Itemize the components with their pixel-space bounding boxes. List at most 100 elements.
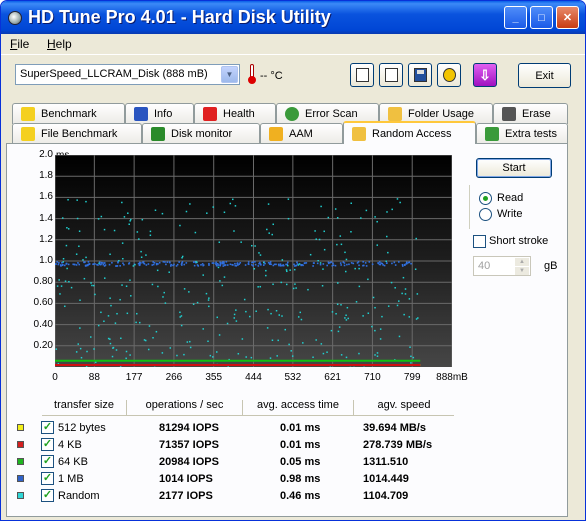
data-point-random bbox=[168, 271, 170, 273]
data-point-random bbox=[229, 202, 232, 205]
tab-aam[interactable]: AAM bbox=[260, 123, 343, 144]
spin-down-icon[interactable]: ▼ bbox=[515, 267, 529, 275]
data-point-1mb bbox=[380, 262, 382, 264]
save-button[interactable] bbox=[408, 63, 432, 87]
data-point-random bbox=[297, 264, 300, 266]
data-point-random bbox=[157, 285, 159, 288]
data-point-random bbox=[109, 253, 111, 256]
row-ops: 2177 IOPS bbox=[159, 490, 213, 502]
data-point-1mb bbox=[170, 263, 172, 266]
data-point-random bbox=[91, 284, 93, 287]
options-button[interactable] bbox=[437, 63, 461, 87]
tab-benchmark[interactable]: Benchmark bbox=[12, 103, 125, 124]
data-point-random bbox=[208, 305, 210, 308]
data-point-random bbox=[334, 208, 337, 210]
close-button[interactable]: ✕ bbox=[556, 6, 579, 29]
chevron-down-icon[interactable]: ▼ bbox=[221, 66, 238, 83]
data-point-random bbox=[386, 235, 388, 238]
data-point-random bbox=[180, 324, 183, 327]
short-stroke-checkbox[interactable] bbox=[473, 235, 486, 248]
menu-help[interactable]: Help bbox=[47, 37, 72, 51]
start-button[interactable]: Start bbox=[476, 158, 552, 178]
short-stroke-value-input[interactable]: 40 ▲ ▼ bbox=[473, 256, 531, 276]
data-point-random bbox=[226, 322, 229, 325]
data-point-1mb bbox=[394, 264, 397, 266]
data-point-random bbox=[292, 287, 295, 290]
data-point-random bbox=[404, 288, 407, 290]
exit-button[interactable]: Exit bbox=[518, 63, 571, 88]
title-bar[interactable]: HD Tune Pro 4.01 - Hard Disk Utility _ □… bbox=[1, 1, 585, 34]
minimize-button[interactable]: _ bbox=[504, 6, 527, 29]
data-point-1mb bbox=[58, 262, 60, 264]
data-point-random bbox=[345, 356, 348, 359]
series-checkbox[interactable]: ✓ bbox=[41, 421, 54, 434]
tab-health[interactable]: Health bbox=[194, 103, 276, 124]
data-point-random bbox=[181, 255, 184, 258]
data-point-random bbox=[136, 312, 138, 315]
data-point-random bbox=[233, 230, 235, 232]
data-point-random bbox=[109, 297, 111, 299]
data-point-random bbox=[336, 243, 338, 246]
data-point-random bbox=[323, 230, 325, 233]
data-point-1mb bbox=[88, 263, 91, 265]
tab-file-benchmark[interactable]: File Benchmark bbox=[12, 123, 142, 144]
data-point-random bbox=[396, 198, 399, 200]
data-point-random bbox=[266, 327, 269, 329]
data-point-random bbox=[103, 228, 106, 231]
tab-disk-monitor[interactable]: Disk monitor bbox=[142, 123, 260, 144]
tab-random-access[interactable]: Random Access bbox=[343, 121, 476, 144]
data-point-random bbox=[136, 231, 139, 233]
data-point-random bbox=[79, 299, 81, 301]
access-time-chart bbox=[54, 154, 453, 369]
series-checkbox[interactable]: ✓ bbox=[41, 455, 54, 468]
data-point-random bbox=[140, 250, 142, 253]
disk-select[interactable]: SuperSpeed_LLCRAM_Disk (888 mB) ▼ bbox=[15, 64, 240, 85]
copy-screenshot-button[interactable] bbox=[379, 63, 403, 87]
data-point-random bbox=[59, 293, 61, 295]
maximize-button[interactable]: □ bbox=[530, 6, 553, 29]
data-point-random bbox=[339, 235, 342, 237]
y-tick-label: 1.4 bbox=[39, 212, 53, 224]
data-point-random bbox=[126, 312, 129, 315]
data-point-random bbox=[79, 327, 81, 329]
data-point-random bbox=[206, 212, 208, 214]
options-icon bbox=[442, 68, 456, 82]
data-point-1mb bbox=[178, 261, 180, 263]
copy-info-button[interactable] bbox=[350, 63, 374, 87]
data-point-1mb bbox=[162, 261, 165, 263]
data-point-random bbox=[121, 284, 123, 286]
data-point-1mb bbox=[200, 264, 202, 266]
data-point-random bbox=[77, 343, 79, 345]
spin-up-icon[interactable]: ▲ bbox=[515, 258, 529, 266]
series-checkbox[interactable]: ✓ bbox=[41, 438, 54, 451]
read-radio[interactable] bbox=[479, 192, 492, 205]
tab-info[interactable]: Info bbox=[125, 103, 194, 124]
data-point-1mb bbox=[364, 262, 367, 264]
data-point-1mb bbox=[403, 263, 406, 266]
series-color-swatch bbox=[17, 492, 24, 499]
data-point-random bbox=[410, 362, 412, 364]
data-point-random bbox=[259, 254, 262, 256]
write-radio[interactable] bbox=[479, 208, 492, 221]
data-point-1mb bbox=[260, 263, 262, 266]
menu-file[interactable]: File bbox=[10, 37, 29, 51]
data-point-random bbox=[320, 205, 322, 208]
read-write-group: Read Write bbox=[469, 185, 561, 229]
data-point-random bbox=[257, 286, 259, 288]
download-button[interactable]: ⇩ bbox=[473, 63, 497, 87]
data-point-random bbox=[404, 293, 407, 295]
tab-erase[interactable]: Erase bbox=[493, 103, 568, 124]
data-point-random bbox=[401, 292, 403, 295]
data-point-random bbox=[155, 330, 158, 333]
data-point-random bbox=[156, 269, 159, 272]
series-checkbox[interactable]: ✓ bbox=[41, 489, 54, 502]
data-point-1mb bbox=[272, 264, 275, 267]
tab-extra-tests[interactable]: Extra tests bbox=[476, 123, 568, 144]
data-point-random bbox=[67, 228, 70, 230]
data-point-random bbox=[314, 230, 316, 232]
table-row: ✓ 4 KB 71357 IOPS 0.01 ms 278.739 MB/s bbox=[14, 436, 454, 453]
data-point-1mb bbox=[103, 265, 106, 267]
data-point-random bbox=[379, 338, 382, 340]
y-tick-label: 1.0 bbox=[39, 255, 53, 266]
series-checkbox[interactable]: ✓ bbox=[41, 472, 54, 485]
